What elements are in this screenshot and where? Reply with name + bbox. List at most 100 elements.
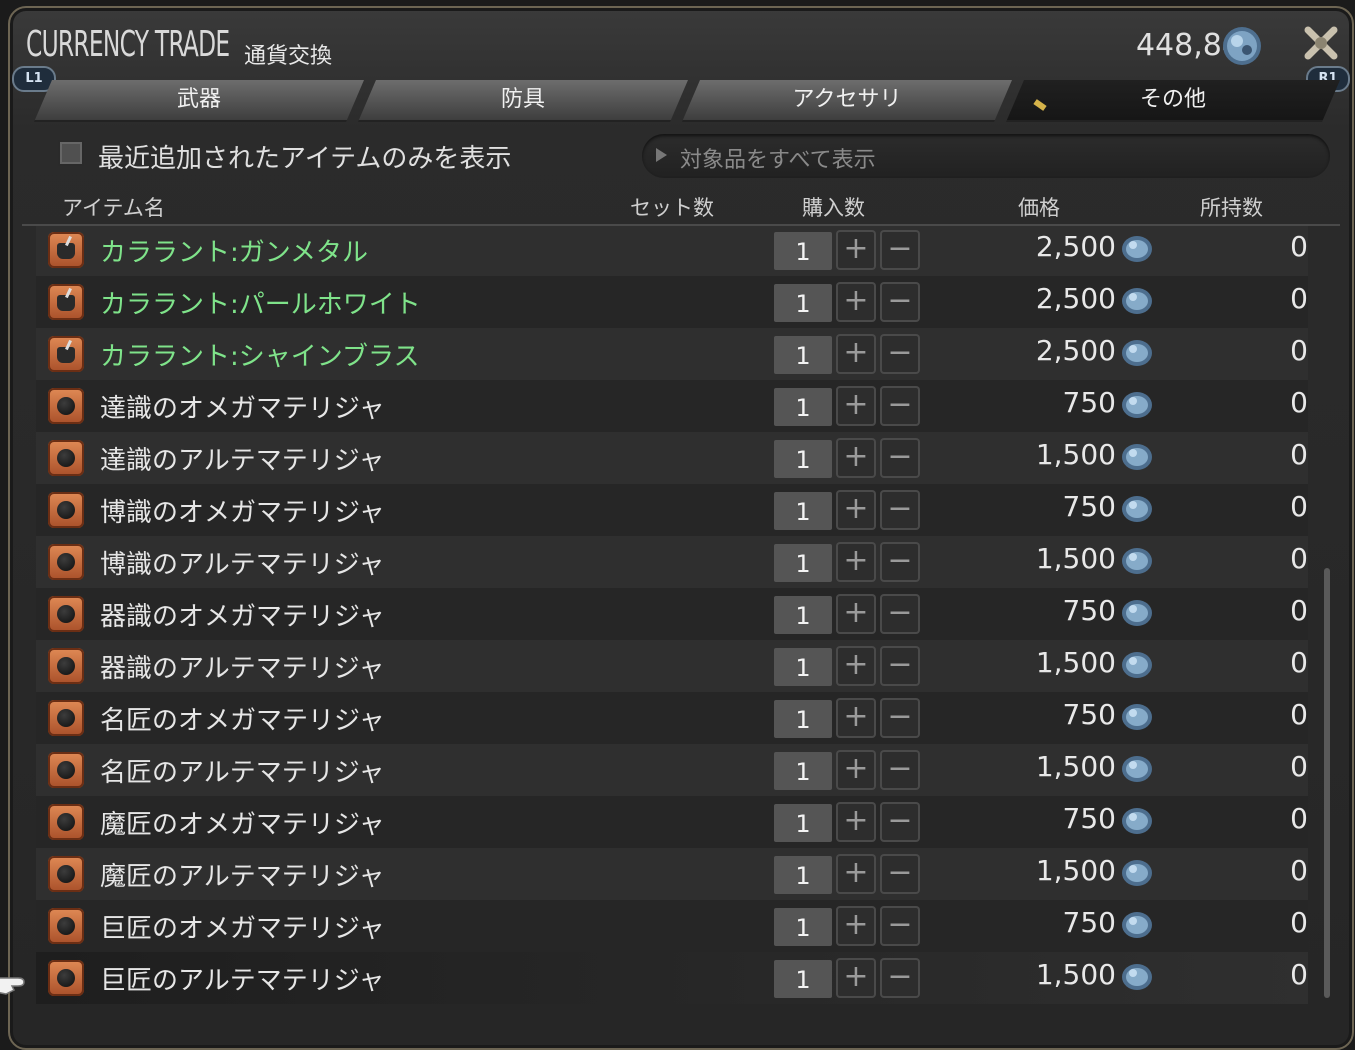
item-row[interactable]: 達識のオメガマテリジャ 1 + − 750 0 bbox=[36, 380, 1308, 432]
close-icon[interactable] bbox=[1300, 22, 1342, 64]
decrease-quantity-button[interactable]: − bbox=[880, 750, 920, 790]
increase-quantity-button[interactable]: + bbox=[836, 490, 876, 530]
active-tab-marker bbox=[1033, 99, 1046, 111]
item-row[interactable]: 器識のアルテマテリジャ 1 + − 1,500 0 bbox=[36, 640, 1308, 692]
tab-accessories[interactable]: アクセサリ bbox=[682, 80, 1012, 122]
decrease-quantity-button[interactable]: − bbox=[880, 490, 920, 530]
item-row[interactable]: 博識のアルテマテリジャ 1 + − 1,500 0 bbox=[36, 536, 1308, 588]
decrease-quantity-button[interactable]: − bbox=[880, 542, 920, 582]
item-row[interactable]: 名匠のオメガマテリジャ 1 + − 750 0 bbox=[36, 692, 1308, 744]
category-tabs: 武器 防具 アクセサリ その他 bbox=[34, 78, 1342, 124]
increase-quantity-button[interactable]: + bbox=[836, 646, 876, 686]
tab-armor[interactable]: 防具 bbox=[358, 80, 688, 122]
item-row[interactable]: カララント:シャインブラス 1 + − 2,500 0 bbox=[36, 328, 1308, 380]
purchase-quantity-field[interactable]: 1 bbox=[774, 648, 832, 686]
materia-icon bbox=[48, 700, 84, 736]
item-row[interactable]: 魔匠のアルテマテリジャ 1 + − 1,500 0 bbox=[36, 848, 1308, 900]
decrease-quantity-button[interactable]: − bbox=[880, 438, 920, 478]
column-price: 価格 bbox=[1018, 196, 1060, 220]
recent-items-checkbox[interactable] bbox=[58, 140, 84, 166]
increase-quantity-button[interactable]: + bbox=[836, 542, 876, 582]
increase-quantity-button[interactable]: + bbox=[836, 958, 876, 998]
purchase-quantity-field[interactable]: 1 bbox=[774, 492, 832, 530]
tab-other[interactable]: その他 bbox=[1006, 80, 1340, 122]
item-price: 2,500 bbox=[1035, 230, 1116, 263]
decrease-quantity-button[interactable]: − bbox=[880, 958, 920, 998]
owned-count: 0 bbox=[1290, 854, 1308, 887]
list-scrollbar[interactable] bbox=[1324, 568, 1330, 998]
decrease-quantity-button[interactable]: − bbox=[880, 386, 920, 426]
item-row[interactable]: 魔匠のオメガマテリジャ 1 + − 750 0 bbox=[36, 796, 1308, 848]
item-price: 750 bbox=[1062, 906, 1116, 939]
increase-quantity-button[interactable]: + bbox=[836, 334, 876, 374]
column-set-count: セット数 bbox=[630, 196, 714, 220]
increase-quantity-button[interactable]: + bbox=[836, 802, 876, 842]
increase-quantity-button[interactable]: + bbox=[836, 750, 876, 790]
purchase-quantity-field[interactable]: 1 bbox=[774, 960, 832, 998]
purchase-quantity-field[interactable]: 1 bbox=[774, 596, 832, 634]
dropdown-arrow-icon bbox=[656, 148, 667, 162]
allagan-tomestone-icon bbox=[1122, 600, 1152, 626]
purchase-quantity-field[interactable]: 1 bbox=[774, 544, 832, 582]
increase-quantity-button[interactable]: + bbox=[836, 230, 876, 270]
allagan-tomestone-icon bbox=[1122, 860, 1152, 886]
materia-icon bbox=[48, 544, 84, 580]
purchase-quantity-field[interactable]: 1 bbox=[774, 804, 832, 842]
purchase-quantity-field[interactable]: 1 bbox=[774, 336, 832, 374]
owned-count: 0 bbox=[1290, 386, 1308, 419]
materia-icon bbox=[48, 960, 84, 996]
allagan-tomestone-icon bbox=[1122, 652, 1152, 678]
materia-icon bbox=[48, 752, 84, 788]
owned-count: 0 bbox=[1290, 282, 1308, 315]
item-row[interactable]: 器識のオメガマテリジャ 1 + − 750 0 bbox=[36, 588, 1308, 640]
purchase-quantity-field[interactable]: 1 bbox=[774, 284, 832, 322]
increase-quantity-button[interactable]: + bbox=[836, 594, 876, 634]
item-row[interactable]: カララント:ガンメタル 1 + − 2,500 0 bbox=[36, 226, 1308, 276]
purchase-quantity-field[interactable]: 1 bbox=[774, 388, 832, 426]
decrease-quantity-button[interactable]: − bbox=[880, 334, 920, 374]
increase-quantity-button[interactable]: + bbox=[836, 854, 876, 894]
item-row[interactable]: カララント:パールホワイト 1 + − 2,500 0 bbox=[36, 276, 1308, 328]
purchase-quantity-field[interactable]: 1 bbox=[774, 232, 832, 270]
item-row[interactable]: 名匠のアルテマテリジャ 1 + − 1,500 0 bbox=[36, 744, 1308, 796]
purchase-quantity-field[interactable]: 1 bbox=[774, 440, 832, 478]
item-row[interactable]: 博識のオメガマテリジャ 1 + − 750 0 bbox=[36, 484, 1308, 536]
allagan-tomestone-icon bbox=[1122, 704, 1152, 730]
materia-icon bbox=[48, 804, 84, 840]
owned-count: 0 bbox=[1290, 542, 1308, 575]
item-name: 名匠のオメガマテリジャ bbox=[100, 706, 385, 736]
decrease-quantity-button[interactable]: − bbox=[880, 802, 920, 842]
allagan-tomestone-icon bbox=[1122, 756, 1152, 782]
decrease-quantity-button[interactable]: − bbox=[880, 230, 920, 270]
increase-quantity-button[interactable]: + bbox=[836, 906, 876, 946]
allagan-tomestone-icon bbox=[1122, 392, 1152, 418]
item-name: カララント:ガンメタル bbox=[100, 238, 368, 268]
item-row[interactable]: 巨匠のアルテマテリジャ 1 + − 1,500 0 bbox=[36, 952, 1308, 1004]
item-row[interactable]: 達識のアルテマテリジャ 1 + − 1,500 0 bbox=[36, 432, 1308, 484]
increase-quantity-button[interactable]: + bbox=[836, 282, 876, 322]
purchase-quantity-field[interactable]: 1 bbox=[774, 856, 832, 894]
decrease-quantity-button[interactable]: − bbox=[880, 594, 920, 634]
purchase-quantity-field[interactable]: 1 bbox=[774, 700, 832, 738]
allagan-tomestone-icon bbox=[1122, 340, 1152, 366]
item-filter-dropdown[interactable]: 対象品をすべて表示 bbox=[642, 134, 1330, 178]
increase-quantity-button[interactable]: + bbox=[836, 386, 876, 426]
purchase-quantity-field[interactable]: 1 bbox=[774, 752, 832, 790]
item-row[interactable]: 巨匠のオメガマテリジャ 1 + − 750 0 bbox=[36, 900, 1308, 952]
allagan-tomestone-icon bbox=[1122, 964, 1152, 990]
decrease-quantity-button[interactable]: − bbox=[880, 698, 920, 738]
item-price: 1,500 bbox=[1035, 542, 1116, 575]
tab-weapons[interactable]: 武器 bbox=[34, 80, 364, 122]
decrease-quantity-button[interactable]: − bbox=[880, 906, 920, 946]
materia-icon bbox=[48, 440, 84, 476]
decrease-quantity-button[interactable]: − bbox=[880, 854, 920, 894]
decrease-quantity-button[interactable]: − bbox=[880, 282, 920, 322]
increase-quantity-button[interactable]: + bbox=[836, 698, 876, 738]
item-price: 750 bbox=[1062, 802, 1116, 835]
item-price: 750 bbox=[1062, 594, 1116, 627]
item-price: 750 bbox=[1062, 386, 1116, 419]
decrease-quantity-button[interactable]: − bbox=[880, 646, 920, 686]
purchase-quantity-field[interactable]: 1 bbox=[774, 908, 832, 946]
increase-quantity-button[interactable]: + bbox=[836, 438, 876, 478]
item-price: 2,500 bbox=[1035, 334, 1116, 367]
